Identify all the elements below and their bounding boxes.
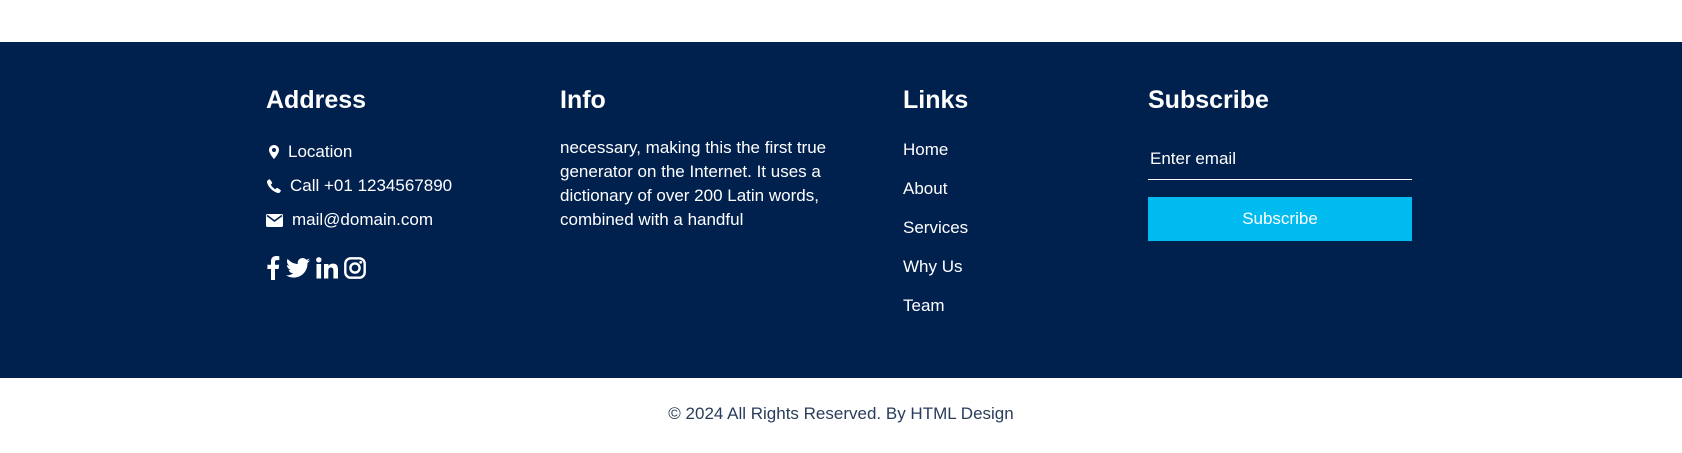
envelope-icon [266,212,283,228]
phone-text: Call +01 1234567890 [290,176,453,195]
link-item-about: About [903,177,968,216]
link-item-services: Services [903,216,968,255]
email-input[interactable] [1148,138,1412,180]
subscribe-button[interactable]: Subscribe [1148,197,1412,241]
social-links [266,256,372,280]
subscribe-heading: Subscribe [1148,86,1269,114]
linkedin-link[interactable] [316,257,338,279]
phone-icon [266,178,282,194]
twitter-link[interactable] [286,258,310,278]
link-item-team: Team [903,294,968,333]
copyright-text: © 2024 All Rights Reserved. By HTML Desi… [668,404,1014,423]
facebook-link[interactable] [266,256,280,280]
info-heading: Info [560,86,606,114]
about-link[interactable]: About [903,179,947,198]
phone-link[interactable]: Call +01 1234567890 [266,176,452,196]
why-us-link[interactable]: Why Us [903,257,963,276]
link-item-why-us: Why Us [903,255,968,294]
location-link[interactable]: Location [266,142,352,162]
footer-section: Address Location Call +01 1234567890 mai… [0,42,1682,378]
facebook-icon [267,256,280,280]
map-marker-icon [266,144,282,160]
email-text: mail@domain.com [292,210,434,229]
services-link[interactable]: Services [903,218,968,237]
location-text: Location [288,142,353,161]
home-link[interactable]: Home [903,140,948,159]
link-item-home: Home [903,138,968,177]
twitter-icon [286,258,310,278]
linkedin-icon [316,257,338,279]
info-text: necessary, making this the first true ge… [560,138,827,229]
instagram-icon [344,257,366,279]
team-link[interactable]: Team [903,296,945,315]
email-link[interactable]: mail@domain.com [266,210,433,230]
instagram-link[interactable] [344,257,366,279]
links-list: Home About Services Why Us Team [903,138,968,333]
address-heading: Address [266,86,367,114]
links-heading: Links [903,86,969,114]
